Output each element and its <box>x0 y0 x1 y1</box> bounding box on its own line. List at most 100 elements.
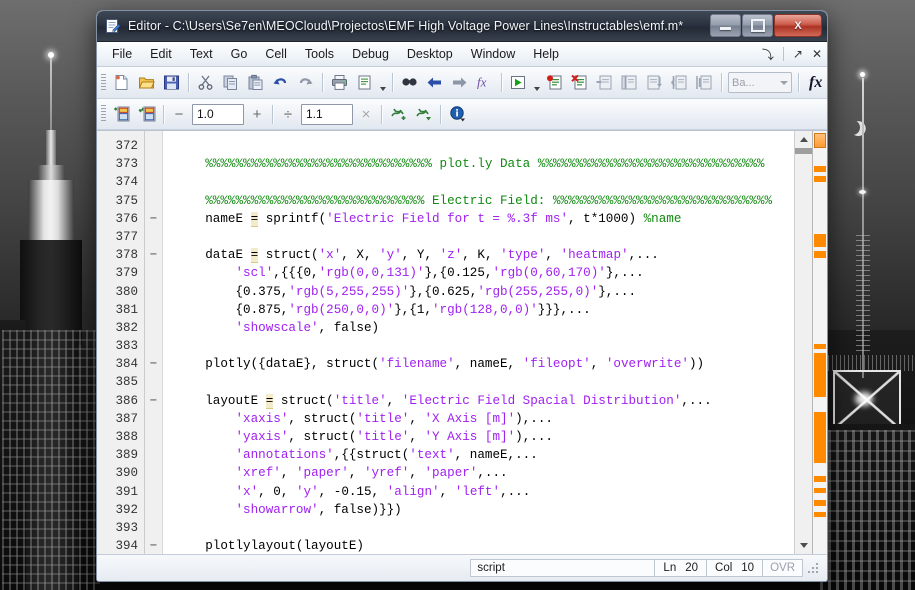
menu-item-tools[interactable]: Tools <box>296 44 343 64</box>
menubar-right-controls[interactable]: ⤵ ↗ ✕ <box>762 42 822 66</box>
menu-item-window[interactable]: Window <box>462 44 524 64</box>
divide-button[interactable]: ÷ <box>277 103 299 125</box>
exit-debug-icon[interactable] <box>692 71 717 95</box>
code-line[interactable] <box>163 137 794 155</box>
code-line[interactable]: %%%%%%%%%%%%%%%%%%%%%%%%%%%%%% plot.ly D… <box>163 155 794 173</box>
forward-arrow-icon[interactable] <box>447 71 472 95</box>
window-controls[interactable]: X <box>710 14 822 37</box>
increment-button[interactable]: + <box>246 103 268 125</box>
title-bar[interactable]: Editor - C:\Users\Se7en\MEOCloud\Project… <box>97 11 827 42</box>
analyzer-marker[interactable] <box>814 166 826 172</box>
cell-toolbar[interactable]: − 1.0 + ÷ 1.1 × <box>97 99 827 130</box>
minimize-button[interactable] <box>710 14 741 37</box>
editor-window[interactable]: Editor - C:\Users\Se7en\MEOCloud\Project… <box>96 10 828 582</box>
code-line[interactable]: 'yaxis', struct('title', 'Y Axis [m]'),.… <box>163 428 794 446</box>
divide-value-field[interactable]: 1.1 <box>301 103 353 125</box>
step-icon[interactable] <box>592 71 617 95</box>
analyzer-marker[interactable] <box>814 488 826 493</box>
dock-arrow-icon[interactable]: ⤵ <box>762 46 774 63</box>
code-line[interactable]: %%%%%%%%%%%%%%%%%%%%%%%%%%%%% Electric F… <box>163 192 794 210</box>
fold-marker[interactable]: − <box>145 355 162 373</box>
copy-icon[interactable] <box>218 71 243 95</box>
scrollbar-track-top[interactable] <box>795 148 812 154</box>
fold-marker[interactable]: − <box>145 392 162 410</box>
menu-item-file[interactable]: File <box>103 44 141 64</box>
print-icon[interactable] <box>327 71 352 95</box>
code-line[interactable]: nameE = sprintf('Electric Field for t = … <box>163 210 794 228</box>
fold-marker[interactable]: − <box>145 210 162 228</box>
main-toolbar[interactable]: fx Ba... fx <box>97 67 827 99</box>
run-dropdown-caret-icon[interactable] <box>531 69 542 97</box>
resize-grip-icon[interactable] <box>807 561 821 575</box>
new-file-icon[interactable] <box>109 71 134 95</box>
paste-icon[interactable] <box>243 71 268 95</box>
code-line[interactable] <box>163 337 794 355</box>
stack-combo[interactable]: Ba... <box>728 72 792 93</box>
code-line[interactable]: plotly({dataE}, struct('filename', nameE… <box>163 355 794 373</box>
clear-breakpoints-icon[interactable] <box>567 71 592 95</box>
analyzer-marker[interactable] <box>814 251 826 258</box>
function-browser-icon[interactable]: fx <box>472 71 497 95</box>
insert-cell-divider-with-title-icon[interactable] <box>134 102 159 126</box>
code-text-area[interactable]: %%%%%%%%%%%%%%%%%%%%%%%%%%%%%% plot.ly D… <box>163 131 794 554</box>
close-document-icon[interactable]: ✕ <box>812 47 822 61</box>
decrement-button[interactable]: − <box>168 103 190 125</box>
code-line[interactable]: {0.375,'rgb(5,255,255)'},{0.625,'rgb(255… <box>163 283 794 301</box>
undock-arrow-icon[interactable]: ↗ <box>793 47 803 61</box>
analyzer-marker[interactable] <box>814 353 826 397</box>
continue-icon[interactable] <box>667 71 692 95</box>
code-line[interactable]: 'scl',{{{0,'rgb(0,0,131)'},{0.125,'rgb(0… <box>163 264 794 282</box>
info-icon[interactable] <box>445 102 470 126</box>
scroll-down-arrow-icon[interactable] <box>795 537 812 554</box>
code-line[interactable]: layoutE = struct('title', 'Electric Fiel… <box>163 392 794 410</box>
menu-item-text[interactable]: Text <box>181 44 222 64</box>
find-icon[interactable] <box>397 71 422 95</box>
close-button[interactable]: X <box>774 14 822 37</box>
code-line[interactable]: dataE = struct('x', X, 'y', Y, 'z', K, '… <box>163 246 794 264</box>
analyzer-marker[interactable] <box>814 234 826 247</box>
analyzer-marker[interactable] <box>814 512 826 517</box>
analyzer-marker[interactable] <box>814 344 826 349</box>
menu-item-cell[interactable]: Cell <box>256 44 296 64</box>
insert-cell-divider-icon[interactable] <box>109 102 134 126</box>
step-out-icon[interactable] <box>642 71 667 95</box>
redo-icon[interactable] <box>293 71 318 95</box>
code-line[interactable]: {0.875,'rgb(250,0,0)'},{1,'rgb(128,0,0)'… <box>163 301 794 319</box>
run-icon[interactable] <box>506 71 531 95</box>
code-line[interactable] <box>163 519 794 537</box>
menu-item-edit[interactable]: Edit <box>141 44 181 64</box>
back-arrow-icon[interactable] <box>422 71 447 95</box>
print-preview-icon[interactable] <box>352 71 377 95</box>
cut-icon[interactable] <box>193 71 218 95</box>
analyzer-marker[interactable] <box>814 412 826 463</box>
multiply-button[interactable]: × <box>355 103 377 125</box>
code-line[interactable] <box>163 173 794 191</box>
open-file-icon[interactable] <box>134 71 159 95</box>
code-line[interactable]: 'annotations',{{struct('text', nameE,... <box>163 446 794 464</box>
toolbar-grip[interactable] <box>101 73 106 92</box>
scroll-up-arrow-icon[interactable] <box>795 131 812 148</box>
menu-item-debug[interactable]: Debug <box>343 44 398 64</box>
code-analyzer-strip[interactable] <box>812 131 827 554</box>
code-line[interactable] <box>163 373 794 391</box>
vertical-scrollbar[interactable] <box>794 131 812 554</box>
code-line[interactable]: 'x', 0, 'y', -0.15, 'align', 'left',... <box>163 483 794 501</box>
evaluate-cell-increment-icon[interactable] <box>386 102 411 126</box>
code-line[interactable] <box>163 228 794 246</box>
analyzer-marker[interactable] <box>814 500 826 506</box>
menu-item-go[interactable]: Go <box>222 44 257 64</box>
step-in-icon[interactable] <box>617 71 642 95</box>
analyzer-marker[interactable] <box>814 476 826 482</box>
code-line[interactable]: 'xaxis', struct('title', 'X Axis [m]'),.… <box>163 410 794 428</box>
code-line[interactable]: 'xref', 'paper', 'yref', 'paper',... <box>163 464 794 482</box>
evaluate-cell-increment-options-icon[interactable] <box>411 102 436 126</box>
save-file-icon[interactable] <box>159 71 184 95</box>
fold-marker[interactable]: − <box>145 537 162 554</box>
set-breakpoint-icon[interactable] <box>542 71 567 95</box>
toolbar-grip[interactable] <box>101 105 106 123</box>
editor-area[interactable]: 372 373 374 375 376 377 378 379 380 381 382 383 384 3… <box>97 130 827 554</box>
analyzer-marker[interactable] <box>814 176 826 182</box>
fold-marker[interactable]: − <box>145 246 162 264</box>
fold-marker-column[interactable]: − − − − − <box>145 131 163 554</box>
code-line[interactable]: 'showscale', false) <box>163 319 794 337</box>
